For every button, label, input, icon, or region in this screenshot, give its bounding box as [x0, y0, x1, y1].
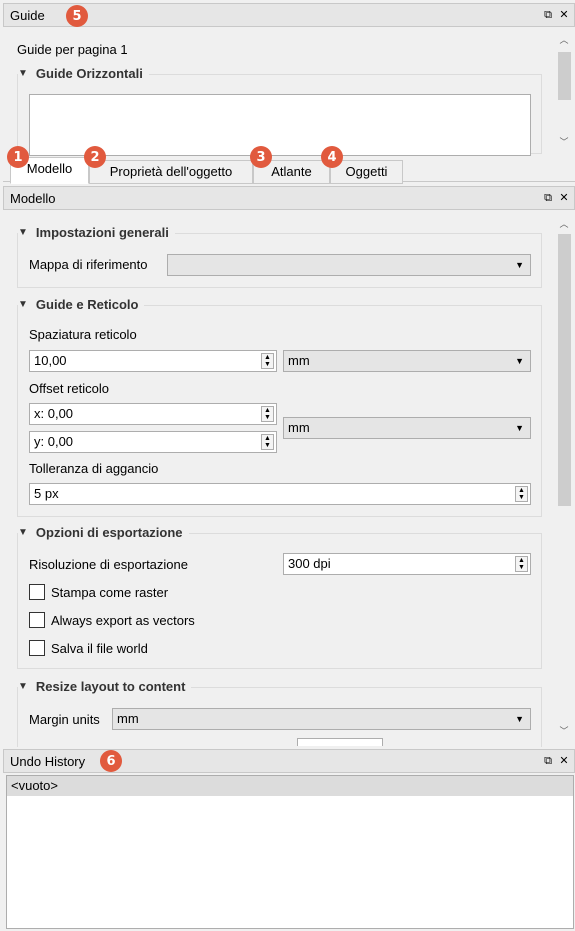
down-icon[interactable]: ▼: [516, 494, 527, 501]
up-icon[interactable]: ▲: [516, 557, 527, 564]
margin-units-label: Margin units: [29, 712, 100, 727]
guides-per-page-label: Guide per pagina 1: [17, 42, 128, 57]
spin-buttons[interactable]: ▲ ▼: [261, 434, 274, 450]
collapse-icon[interactable]: ▼: [18, 68, 28, 79]
scroll-down-icon[interactable]: ﹀: [556, 134, 572, 150]
export-vectors-checkbox[interactable]: [29, 612, 45, 628]
chevron-down-icon: ▼: [515, 356, 524, 366]
up-icon[interactable]: ▲: [516, 487, 527, 494]
up-icon[interactable]: ▲: [262, 354, 273, 361]
grid-spacing-input[interactable]: 10,00 ▲ ▼: [29, 350, 277, 372]
spin-buttons[interactable]: ▲ ▼: [261, 353, 274, 369]
guide-panel-title: Guide: [10, 7, 45, 23]
callout-badge-1: 1: [7, 146, 29, 168]
callout-badge-5: 5: [66, 5, 88, 27]
tab-items[interactable]: Oggetti: [330, 160, 403, 184]
export-options-group-title[interactable]: ▼ Opzioni di esportazione: [18, 525, 189, 540]
export-resolution-label: Risoluzione di esportazione: [29, 557, 188, 572]
callout-badge-3: 3: [250, 146, 272, 168]
callout-badge-2: 2: [84, 146, 106, 168]
horizontal-guides-group-title[interactable]: ▼ Guide Orizzontali: [18, 66, 149, 81]
close-icon[interactable]: ✕: [558, 7, 570, 23]
down-icon[interactable]: ▼: [262, 414, 273, 421]
undo-panel-header[interactable]: Undo History ⧉ ✕: [3, 749, 575, 773]
float-icon[interactable]: ⧉: [542, 7, 554, 23]
float-icon[interactable]: ⧉: [542, 190, 554, 206]
export-vectors-label: Always export as vectors: [51, 613, 195, 628]
grid-offset-x-input[interactable]: x: 0,00 ▲ ▼: [29, 403, 277, 425]
float-icon[interactable]: ⧉: [542, 753, 554, 769]
guide-scrollbar[interactable]: ︿ ﹀: [556, 28, 572, 154]
export-resolution-input[interactable]: 300 dpi ▲ ▼: [283, 553, 531, 575]
grid-spacing-label: Spaziatura reticolo: [29, 327, 137, 342]
reference-map-combo[interactable]: ▼: [167, 254, 531, 276]
scroll-down-icon[interactable]: ﹀: [556, 723, 572, 739]
resize-layout-group-title[interactable]: ▼ Resize layout to content: [18, 679, 192, 694]
chevron-down-icon: ▼: [515, 714, 524, 724]
horizontal-guides-list[interactable]: [29, 94, 531, 156]
grid-offset-label: Offset reticolo: [29, 381, 109, 396]
snap-tolerance-input[interactable]: 5 px ▲ ▼: [29, 483, 531, 505]
up-icon[interactable]: ▲: [262, 407, 273, 414]
guides-grid-group-title[interactable]: ▼ Guide e Reticolo: [18, 297, 145, 312]
chevron-down-icon: ▼: [515, 260, 524, 270]
collapse-icon[interactable]: ▼: [18, 527, 28, 538]
snap-tolerance-label: Tolleranza di aggancio: [29, 461, 159, 476]
margin-units-combo[interactable]: mm ▼: [112, 708, 531, 730]
modello-scrollbar[interactable]: ︿ ﹀: [556, 212, 572, 744]
chevron-down-icon: ▼: [515, 423, 524, 433]
list-item[interactable]: <vuoto>: [7, 776, 573, 796]
modello-scroll-thumb[interactable]: [558, 234, 571, 506]
general-settings-group-title[interactable]: ▼ Impostazioni generali: [18, 225, 175, 240]
margin-top-input-partial[interactable]: [297, 738, 383, 746]
spin-buttons[interactable]: ▲ ▼: [261, 406, 274, 422]
callout-badge-6: 6: [100, 750, 122, 772]
save-world-label: Salva il file world: [51, 641, 148, 656]
guide-panel-header[interactable]: Guide ⧉ ✕: [3, 3, 575, 27]
modello-panel-header[interactable]: Modello ⧉ ✕: [3, 186, 575, 210]
close-icon[interactable]: ✕: [558, 753, 570, 769]
callout-badge-4: 4: [321, 146, 343, 168]
collapse-icon[interactable]: ▼: [18, 681, 28, 692]
reference-map-label: Mappa di riferimento: [29, 257, 148, 272]
down-icon[interactable]: ▼: [262, 442, 273, 449]
collapse-icon[interactable]: ▼: [18, 299, 28, 310]
tab-item-properties[interactable]: Proprietà dell'oggetto: [89, 160, 253, 184]
print-raster-checkbox[interactable]: [29, 584, 45, 600]
scroll-up-icon[interactable]: ︿: [556, 32, 572, 48]
scroll-up-icon[interactable]: ︿: [556, 216, 572, 232]
guide-scroll-thumb[interactable]: [558, 52, 571, 100]
down-icon[interactable]: ▼: [262, 361, 273, 368]
undo-history-list[interactable]: <vuoto>: [6, 775, 574, 929]
up-icon[interactable]: ▲: [262, 435, 273, 442]
spin-buttons[interactable]: ▲ ▼: [515, 556, 528, 572]
close-icon[interactable]: ✕: [558, 190, 570, 206]
grid-spacing-unit-combo[interactable]: mm ▼: [283, 350, 531, 372]
collapse-icon[interactable]: ▼: [18, 227, 28, 238]
modello-panel-title: Modello: [10, 190, 56, 206]
print-raster-label: Stampa come raster: [51, 585, 169, 600]
undo-panel-title: Undo History: [10, 753, 86, 769]
spin-buttons[interactable]: ▲ ▼: [515, 486, 528, 502]
grid-offset-y-input[interactable]: y: 0,00 ▲ ▼: [29, 431, 277, 453]
down-icon[interactable]: ▼: [516, 564, 527, 571]
save-world-checkbox[interactable]: [29, 640, 45, 656]
grid-offset-unit-combo[interactable]: mm ▼: [283, 417, 531, 439]
